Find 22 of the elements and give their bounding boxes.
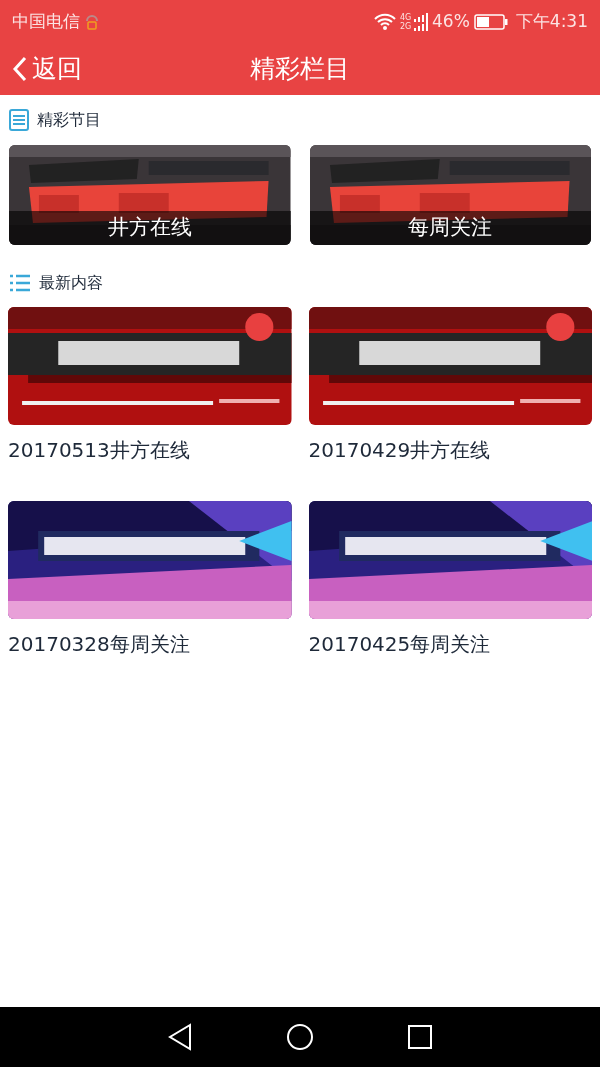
signal-icon [414,12,428,31]
page-title: 精彩栏目 [250,53,350,86]
back-icon[interactable] [166,1023,193,1051]
video-title[interactable]: 20170425每周关注 [308,629,491,659]
recent-apps-icon[interactable] [407,1024,434,1050]
list-icon [9,274,31,292]
home-icon[interactable] [286,1023,314,1051]
video-title[interactable]: 20170328每周关注 [8,629,190,659]
clock: 下午4:31 [515,9,588,33]
program-caption[interactable]: 井方在线 [9,211,291,245]
section-heading: 精彩节目 [37,109,101,131]
video-title[interactable]: 20170429井方在线 [308,435,491,465]
network-type: 4G 2G [400,12,413,31]
carrier-name: 中国电信 [12,9,80,33]
section-heading: 最新内容 [39,272,103,294]
battery-icon [473,13,508,30]
list-box-icon [9,109,29,131]
battery-percent: 46% [432,9,470,33]
back-button[interactable]: 返回 [12,50,82,88]
program-caption[interactable]: 每周关注 [309,211,591,245]
wifi-icon [374,12,396,31]
video-title[interactable]: 20170513井方在线 [8,435,190,465]
